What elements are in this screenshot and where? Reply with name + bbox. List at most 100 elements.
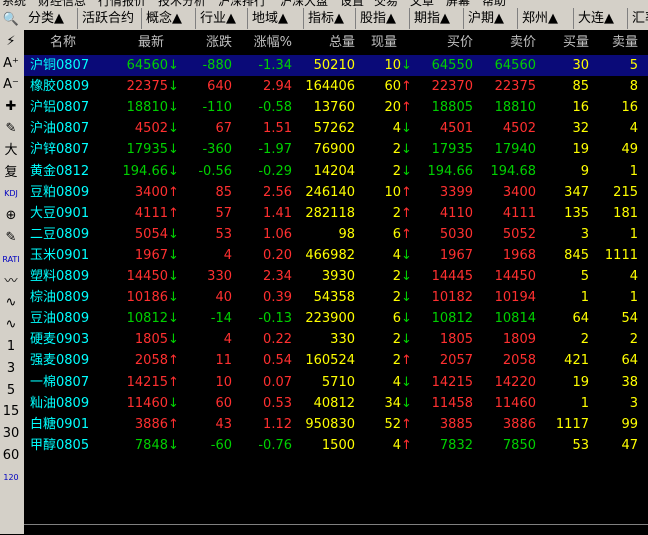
change-percent: 0.20 xyxy=(263,247,292,263)
table-row[interactable]: 甲醇0805 7848↓ -60 -0.76 1500 4↑ 7832 7850 53 47 xyxy=(24,435,648,456)
toolbar-tool-icon[interactable]: 5 xyxy=(1,381,21,401)
column-header[interactable]: 卖量 xyxy=(612,32,638,53)
tab-7[interactable]: 期指▲ xyxy=(410,8,464,29)
menu-item[interactable]: 屏幕 xyxy=(446,0,470,8)
column-header[interactable]: 总量 xyxy=(329,32,355,53)
table-row[interactable]: 塑料0809 14450↓ 330 2.34 3930 2↓ 14445 14450 5 4 xyxy=(24,266,648,287)
toolbar-tool-icon[interactable]: 〰 xyxy=(1,272,21,292)
table-row[interactable]: 豆粕0809 3400↑ 85 2.56 246140 10↑ 3399 3400 347 215 xyxy=(24,182,648,203)
tab-9[interactable]: 郑州▲ xyxy=(518,8,574,29)
table-row[interactable]: 二豆0809 5054↓ 53 1.06 98 6↑ 5030 5052 3 1 xyxy=(24,224,648,245)
tab-3[interactable]: 行业▲ xyxy=(196,8,248,29)
change-percent: 0.39 xyxy=(263,290,292,306)
table-row[interactable]: 棕油0809 10186↓ 40 0.39 54358 2↓ 10182 10194 1 1 xyxy=(24,287,648,308)
menu-item[interactable]: 设置 xyxy=(340,0,364,8)
tab-10[interactable]: 大连▲ xyxy=(574,8,628,29)
tab-2[interactable]: 概念▲ xyxy=(142,8,196,29)
change-percent: 1.41 xyxy=(263,205,292,221)
ask-price: 17940 xyxy=(494,142,536,158)
table-row[interactable]: 硬麦0903 1805↓ 4 0.22 330 2↓ 1805 1809 2 2 xyxy=(24,329,648,350)
toolbar-tool-icon[interactable]: KDJ xyxy=(1,184,21,204)
last-price: 10186↓ xyxy=(127,287,179,308)
tab-6[interactable]: 股指▲ xyxy=(356,8,410,29)
column-header[interactable]: 卖价 xyxy=(510,32,536,53)
tab-1[interactable]: 活跃合约 xyxy=(78,8,142,29)
toolbar-tool-icon[interactable]: ✚ xyxy=(1,97,21,117)
table-row[interactable]: 黄金0812 194.66↓ -0.56 -0.29 14204 2↓ 194.66 194.… xyxy=(24,161,648,182)
column-header[interactable]: 名称 xyxy=(50,32,76,53)
table-row[interactable]: 沪油0807 4502↓ 67 1.51 57262 4↓ 4501 4502 32 4 xyxy=(24,118,648,139)
column-header[interactable]: 买量 xyxy=(563,32,589,53)
arrow-up-icon: ↑ xyxy=(168,374,179,390)
toolbar-tool-icon[interactable]: 复 xyxy=(1,163,21,183)
total-volume: 40812 xyxy=(313,395,355,411)
current-volume: 2↓ xyxy=(393,266,412,287)
column-header[interactable]: 最新 xyxy=(138,32,164,53)
toolbar-tool-icon[interactable]: RATI xyxy=(1,250,21,270)
toolbar-tool-icon[interactable]: ∿ xyxy=(1,293,21,313)
column-header[interactable]: 涨幅% xyxy=(254,32,292,53)
table-row[interactable]: 沪锌0807 17935↓ -360 -1.97 76900 2↓ 17935 17940 19… xyxy=(24,139,648,160)
total-volume: 282118 xyxy=(305,205,355,221)
menu-item[interactable]: 系统 xyxy=(2,0,26,8)
table-row[interactable]: 白糖0901 3886↑ 43 1.12 950830 52↑ 3885 3886 1117 99 xyxy=(24,414,648,435)
toolbar-tool-icon[interactable]: ✎ xyxy=(1,228,21,248)
toolbar-tool-icon[interactable]: 60 xyxy=(1,446,21,466)
last-price: 64560↓ xyxy=(127,55,179,76)
menu-item[interactable]: 沪深排行 xyxy=(218,0,266,8)
toolbar-tool-icon[interactable]: 大 xyxy=(1,141,21,161)
toolbar-tool-icon[interactable]: A⁺ xyxy=(1,54,21,74)
menu-item[interactable]: 文章 xyxy=(410,0,434,8)
table-row[interactable]: 沪铝0807 18810↓ -110 -0.58 13760 20↑ 18805 18810 1… xyxy=(24,97,648,118)
contract-name: 甲醇0805 xyxy=(30,437,90,453)
toolbar-tool-icon[interactable]: 15 xyxy=(1,402,21,422)
tab-5[interactable]: 指标▲ xyxy=(304,8,356,29)
toolbar-tool-icon[interactable]: ⊕ xyxy=(1,206,21,226)
arrow-down-icon: ↓ xyxy=(401,311,412,327)
tab-0[interactable]: 分类▲ xyxy=(24,8,78,29)
change-percent: 0.54 xyxy=(263,353,292,369)
toolbar-tool-icon[interactable]: 🔍 xyxy=(1,10,21,30)
toolbar-tool-icon[interactable]: 120 xyxy=(1,468,21,488)
ask-volume: 1 xyxy=(629,226,638,242)
tab-8[interactable]: 沪期▲ xyxy=(464,8,518,29)
arrow-up-icon: ↑ xyxy=(168,416,179,432)
total-volume: 54358 xyxy=(313,290,355,306)
toolbar-tool-icon[interactable]: 1 xyxy=(1,337,21,357)
menu-item[interactable]: 沪深大盘 xyxy=(280,0,328,8)
change: 43 xyxy=(215,416,232,432)
current-volume: 4↓ xyxy=(393,245,412,266)
arrow-down-icon: ↓ xyxy=(401,332,412,348)
toolbar-tool-icon[interactable]: ⚡ xyxy=(1,32,21,52)
table-row[interactable]: 一棉0807 14215↑ 10 0.07 5710 4↓ 14215 14220 19 38 xyxy=(24,372,648,393)
toolbar-tool-icon[interactable]: ✎ xyxy=(1,119,21,139)
ask-volume: 3 xyxy=(629,395,638,411)
table-row[interactable]: 橡胶0809 22375↓ 640 2.94 164406 60↑ 22370 22375 85… xyxy=(24,76,648,97)
table-row[interactable]: 玉米0901 1967↓ 4 0.20 466982 4↓ 1967 1968 845 1111 xyxy=(24,245,648,266)
bid-volume: 1 xyxy=(580,395,589,411)
tab-11[interactable]: 汇率 xyxy=(628,8,648,29)
toolbar-tool-icon[interactable]: 30 xyxy=(1,424,21,444)
menu-item[interactable]: 行情报价 xyxy=(98,0,146,8)
toolbar-tool-icon[interactable]: 3 xyxy=(1,359,21,379)
menu-item[interactable]: 财经信息 xyxy=(38,0,86,8)
last-price: 4111↑ xyxy=(135,203,179,224)
table-row[interactable]: 豆油0809 10812↓ -14 -0.13 223900 6↓ 10812 10814 64… xyxy=(24,308,648,329)
menu-item[interactable]: 帮助 xyxy=(482,0,506,8)
table-row[interactable]: 大豆0901 4111↑ 57 1.41 282118 2↑ 4110 4111 135 181 xyxy=(24,203,648,224)
bid-volume: 85 xyxy=(572,79,589,95)
column-header[interactable]: 买价 xyxy=(447,32,473,53)
total-volume: 76900 xyxy=(313,142,355,158)
toolbar-tool-icon[interactable]: ∿ xyxy=(1,315,21,335)
column-header[interactable]: 现量 xyxy=(371,32,397,53)
menu-item[interactable]: 技术分析 xyxy=(158,0,206,8)
arrow-up-icon: ↑ xyxy=(401,79,412,95)
change: 11 xyxy=(215,353,232,369)
menu-item[interactable]: 交易 xyxy=(374,0,398,8)
table-row[interactable]: 强麦0809 2058↑ 11 0.54 160524 2↑ 2057 2058 421 64 xyxy=(24,350,648,371)
table-row[interactable]: 沪铜0807 64560↓ -880 -1.34 50210 10↓ 64550 64560 3… xyxy=(24,55,648,76)
table-row[interactable]: 籼油0809 11460↓ 60 0.53 40812 34↓ 11458 11460 1 3 xyxy=(24,393,648,414)
tab-4[interactable]: 地域▲ xyxy=(248,8,304,29)
toolbar-tool-icon[interactable]: A⁻ xyxy=(1,75,21,95)
column-header[interactable]: 涨跌 xyxy=(206,32,232,53)
